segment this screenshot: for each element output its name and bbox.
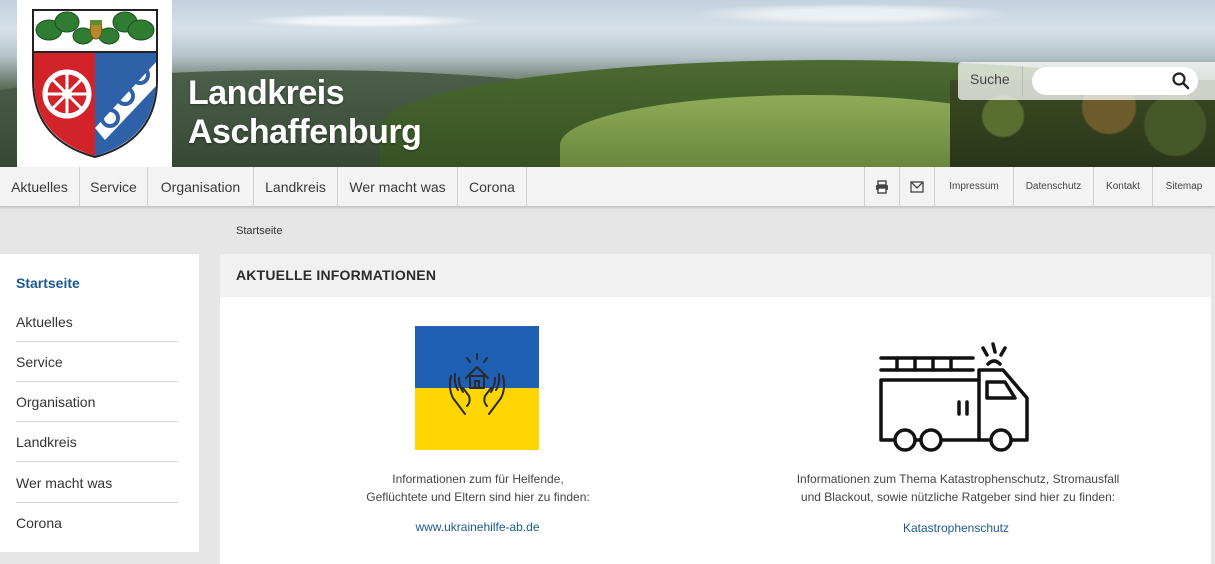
nav-item-service[interactable]: Service bbox=[80, 167, 148, 207]
sidebar: Startseite Aktuelles Service Organisatio… bbox=[0, 254, 199, 552]
search-icon[interactable] bbox=[1170, 70, 1192, 92]
ukraine-help-icon[interactable] bbox=[415, 326, 539, 450]
sidebar-item-organisation[interactable]: Organisation bbox=[16, 382, 178, 422]
fire-truck-icon[interactable] bbox=[875, 336, 1035, 456]
katastrophenschutz-link[interactable]: Katastrophenschutz bbox=[870, 521, 1042, 535]
breadcrumb[interactable]: Startseite bbox=[236, 225, 282, 237]
coat-of-arms-icon bbox=[32, 9, 158, 159]
main-navigation: Aktuelles Service Organisation Landkreis… bbox=[0, 167, 1215, 207]
section-title: AKTUELLE INFORMATIONEN bbox=[236, 267, 437, 283]
ukrainehilfe-link[interactable]: www.ukrainehilfe-ab.de bbox=[390, 520, 565, 534]
site-title[interactable]: Landkreis Aschaffenburg bbox=[188, 74, 422, 152]
site-title-line1: Landkreis bbox=[188, 74, 345, 112]
nav-item-wer-macht-was[interactable]: Wer macht was bbox=[338, 167, 458, 207]
sidebar-item-service[interactable]: Service bbox=[16, 342, 178, 382]
card-text-line: Informationen zum für Helfende, bbox=[392, 472, 564, 486]
nav-link-datenschutz[interactable]: Datenschutz bbox=[1013, 167, 1093, 207]
sidebar-item-landkreis[interactable]: Landkreis bbox=[16, 422, 178, 462]
card-text-katastrophenschutz: Informationen zum Thema Katastrophenschu… bbox=[768, 470, 1148, 506]
section-header: AKTUELLE INFORMATIONEN bbox=[220, 254, 1211, 297]
main-content: AKTUELLE INFORMATIONEN Informationen zum… bbox=[220, 254, 1211, 564]
sky-clouds bbox=[0, 0, 1215, 70]
search-bar: Suche bbox=[958, 62, 1215, 100]
coat-of-arms-logo[interactable] bbox=[17, 0, 172, 167]
nav-item-organisation[interactable]: Organisation bbox=[148, 167, 254, 207]
sidebar-item-aktuelles[interactable]: Aktuelles bbox=[16, 302, 178, 342]
sidebar-item-corona[interactable]: Corona bbox=[16, 503, 178, 543]
search-divider bbox=[1022, 66, 1023, 96]
nav-link-kontakt[interactable]: Kontakt bbox=[1093, 167, 1152, 207]
sidebar-item-startseite[interactable]: Startseite bbox=[16, 263, 178, 303]
nav-item-corona[interactable]: Corona bbox=[458, 167, 527, 207]
mail-icon[interactable] bbox=[899, 167, 934, 207]
sidebar-item-wer-macht-was[interactable]: Wer macht was bbox=[16, 463, 178, 503]
nav-item-landkreis[interactable]: Landkreis bbox=[254, 167, 338, 207]
card-text-ukraine: Informationen zum für Helfende, Geflücht… bbox=[328, 470, 628, 506]
search-label: Suche bbox=[970, 71, 1010, 87]
nav-item-aktuelles[interactable]: Aktuelles bbox=[0, 167, 80, 207]
card-text-line: Informationen zum Thema Katastrophenschu… bbox=[796, 472, 1120, 486]
nav-link-impressum[interactable]: Impressum bbox=[934, 167, 1013, 207]
card-text-line: Geflüchtete und Eltern sind hier zu find… bbox=[366, 490, 590, 504]
header-banner: Landkreis Aschaffenburg Suche bbox=[0, 0, 1215, 167]
card-text-line: und Blackout, sowie nützliche Ratgeber s… bbox=[800, 490, 1116, 504]
site-title-line2: Aschaffenburg bbox=[188, 113, 422, 151]
nav-link-sitemap[interactable]: Sitemap bbox=[1152, 167, 1215, 207]
print-icon[interactable] bbox=[864, 167, 899, 207]
